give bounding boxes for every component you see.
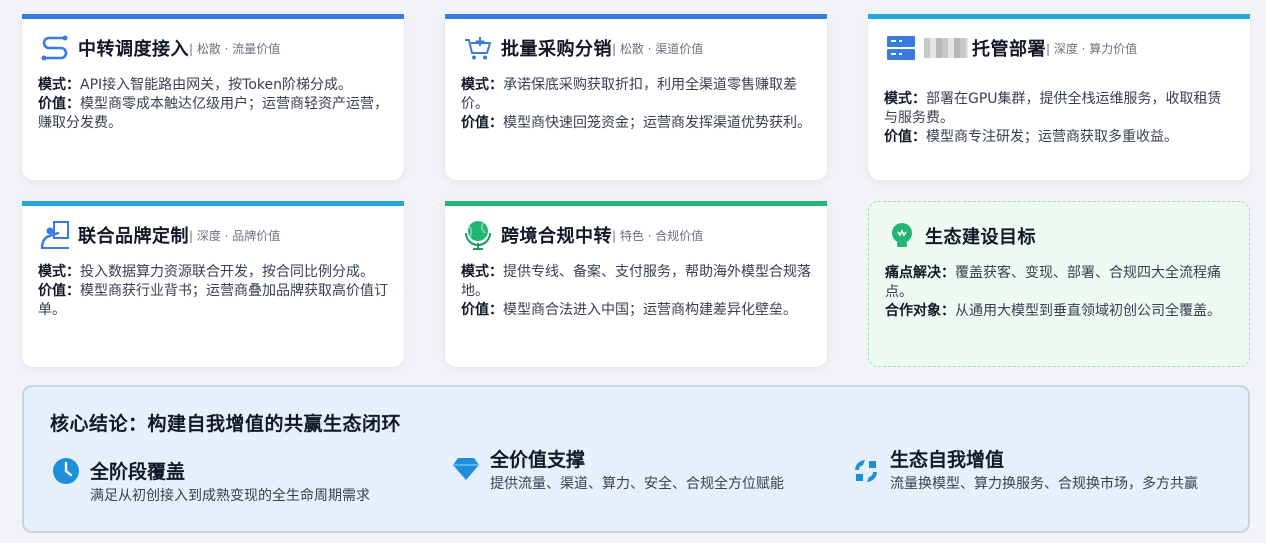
card-accent-bar [22,14,404,19]
redacted-block [924,38,968,58]
card-accent-bar [445,14,827,19]
card-title: 联合品牌定制 [78,226,189,247]
card-title: 跨境合规中转 [501,226,612,247]
card-relay-access: 中转调度接入 | 松散 · 流量价值 模式：API接入智能路由网关，按Token… [22,14,404,180]
value-text: 模型商快速回笼资金；运营商发挥渠道优势获利。 [503,115,811,131]
point-title: 全阶段覆盖 [90,461,186,483]
card-title: 批量采购分销 [501,39,612,60]
card-tag: | 深度 · 品牌价值 [189,228,281,243]
value-text: 模型商专注研发；运营商获取多重收益。 [926,129,1178,145]
value-text: 模型商零成本触达亿级用户；运营商轻资产运营，赚取分发费。 [38,96,388,131]
value-text: 模型商获行业背书；运营商叠加品牌获取高价值订单。 [38,283,388,318]
value-text: 模型商合法进入中国；运营商构建差异化壁垒。 [503,302,797,318]
server-icon [884,31,918,65]
card-tag: | 松散 · 流量价值 [189,41,281,56]
clock-icon [52,457,80,485]
mode-label: 模式： [461,77,503,93]
goal-title: 生态建设目标 [925,227,1036,248]
summary-point-value: 全价值支撑 提供流量、渠道、算力、安全、合规全方位赋能 [452,445,832,525]
cart-icon [461,31,495,65]
mode-text: 投入数据算力资源联合开发，按合同比例分成。 [80,264,374,280]
value-label: 价值： [38,96,80,112]
point-desc: 满足从初创接入到成熟变现的全生命周期需求 [90,488,370,504]
value-label: 价值： [884,129,926,145]
lightbulb-icon [885,219,919,253]
card-hosted-deploy: 托管部署 | 深度 · 算力价值 模式：部署在GPU集群，提供全栈运维服务，收取… [868,14,1250,180]
card-title: 中转调度接入 [78,39,189,60]
diamond-icon [452,457,480,485]
pain-label: 痛点解决： [885,265,955,281]
card-accent-bar [22,201,404,206]
value-label: 价值： [461,302,503,318]
point-title: 生态自我增值 [890,449,1005,471]
card-co-brand: 联合品牌定制 | 深度 · 品牌价值 模式：投入数据算力资源联合开发，按合同比例… [22,201,404,367]
card-title: 托管部署 [972,39,1046,60]
mode-label: 模式： [38,264,80,280]
summary-point-growth: 生态自我增值 流量换模型、算力换服务、合规换市场，多方共赢 [852,445,1232,525]
mode-label: 模式： [461,264,503,280]
person-board-icon [38,218,72,252]
card-tag: | 特色 · 合规价值 [612,228,704,243]
value-label: 价值： [38,283,80,299]
summary-point-coverage: 全阶段覆盖 满足从初创接入到成熟变现的全生命周期需求 [52,457,442,517]
card-bulk-purchase: 批量采购分销 | 松散 · 渠道价值 模式：承诺保底采购获取折扣，利用全渠道零售… [445,14,827,180]
point-title: 全价值支撑 [490,449,586,471]
card-cross-border: 跨境合规中转 | 特色 · 合规价值 模式：提供专线、备案、支付服务，帮助海外模… [445,201,827,367]
goal-card: 生态建设目标 痛点解决：覆盖获客、变现、部署、合规四大全流程痛点。 合作对象：从… [868,201,1250,367]
mode-label: 模式： [38,77,80,93]
mode-text: 承诺保底采购获取折扣，利用全渠道零售赚取差价。 [461,77,797,112]
route-icon [38,31,72,65]
summary-panel: 核心结论：构建自我增值的共赢生态闭环 全阶段覆盖 满足从初创接入到成熟变现的全生… [22,385,1250,533]
summary-title: 核心结论：构建自我增值的共赢生态闭环 [50,413,402,435]
target-text: 从通用大模型到垂直领域初创公司全覆盖。 [955,303,1221,319]
card-accent-bar [445,201,827,206]
globe-icon [461,218,495,252]
mode-text: 提供专线、备案、支付服务，帮助海外模型合规落地。 [461,264,811,299]
card-accent-bar [868,14,1250,19]
card-tag: | 深度 · 算力价值 [1046,41,1138,56]
mode-text: API接入智能路由网关，按Token阶梯分成。 [80,77,352,93]
target-label: 合作对象： [885,303,955,319]
value-label: 价值： [461,115,503,131]
mode-text: 部署在GPU集群，提供全栈运维服务，收取租赁与服务费。 [884,91,1222,126]
point-desc: 提供流量、渠道、算力、安全、合规全方位赋能 [490,476,784,492]
point-desc: 流量换模型、算力换服务、合规换市场，多方共赢 [890,476,1198,492]
mode-label: 模式： [884,91,926,107]
card-tag: | 松散 · 渠道价值 [612,41,704,56]
cycle-icon [852,457,880,485]
